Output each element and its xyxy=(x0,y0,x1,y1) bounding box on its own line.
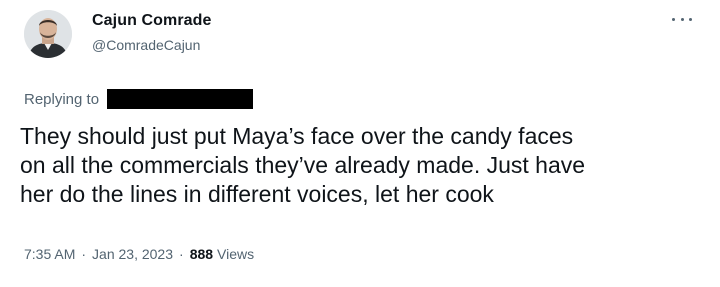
tweet-text-line: on all the commercials they’ve already m… xyxy=(20,152,586,178)
author-name[interactable]: Cajun Comrade xyxy=(92,12,212,30)
separator: · xyxy=(81,246,87,262)
views-count[interactable]: 888 xyxy=(190,246,213,262)
dot xyxy=(689,17,692,21)
more-options-icon[interactable] xyxy=(672,12,692,26)
tweet-time[interactable]: 7:35 AM xyxy=(24,246,75,262)
tweet-text-line: They should just put Maya’s face over th… xyxy=(20,123,574,149)
avatar-image xyxy=(24,10,72,58)
replying-to-label: Replying to xyxy=(24,90,100,108)
redacted-username xyxy=(107,89,254,109)
views-label: Views xyxy=(217,246,255,262)
dot xyxy=(680,17,684,21)
dot xyxy=(672,17,675,21)
avatar[interactable] xyxy=(24,10,72,58)
tweet-date[interactable]: Jan 23, 2023 xyxy=(92,246,173,262)
author-handle[interactable]: @ComradeCajun xyxy=(92,37,200,53)
separator: · xyxy=(179,246,184,262)
tweet-meta: 7:35 AM · Jan 23, 2023 · 888 Views xyxy=(24,246,254,262)
tweet-text: They should just put Maya’s face over th… xyxy=(20,122,710,209)
tweet-card: Cajun Comrade @ComradeCajun Replying to … xyxy=(0,0,720,287)
replying-to: Replying to xyxy=(24,89,254,109)
tweet-text-line: her do the lines in different voices, le… xyxy=(20,181,494,207)
